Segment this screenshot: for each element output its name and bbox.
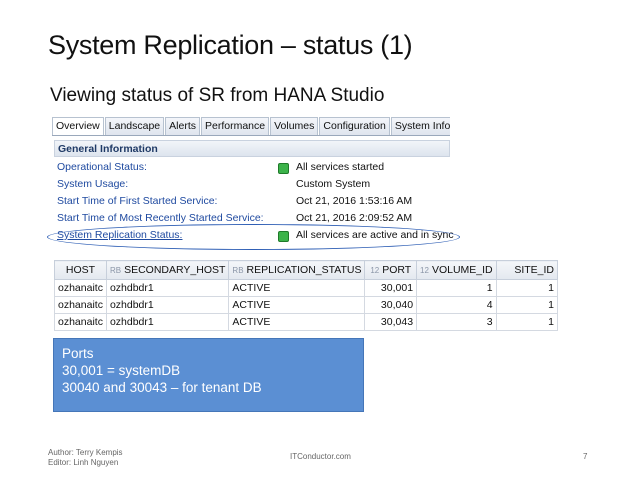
cell-secondary-host: ozhdbdr1	[105, 313, 230, 331]
cell-site-id: 1	[495, 296, 559, 314]
slide-title: System Replication – status (1)	[48, 30, 413, 60]
cell-volume-id: 4	[416, 296, 497, 314]
callout-heading: Ports	[62, 346, 94, 361]
cell-site-id: 1	[495, 313, 559, 331]
footer-site: ITConductor.com	[290, 452, 351, 461]
footer-author: Author: Terry Kempis	[48, 448, 123, 457]
green-status-icon	[278, 163, 289, 174]
operational-status-label: Operational Status:	[57, 161, 147, 173]
cell-host: ozhanaitc	[54, 313, 107, 331]
system-usage-value: Custom System	[296, 178, 371, 190]
cell-host: ozhanaitc	[54, 279, 107, 297]
general-information-header[interactable]: General Information	[54, 140, 450, 157]
system-usage-row: System Usage: Custom System	[54, 178, 450, 194]
cell-port: 30,040	[364, 296, 418, 314]
first-start-time-value: Oct 21, 2016 1:53:16 AM	[296, 195, 413, 207]
tab-alerts[interactable]: Alerts	[165, 117, 200, 135]
column-header-host[interactable]: HOST	[54, 260, 107, 280]
operational-status-row: Operational Status: All services started	[54, 161, 450, 177]
cell-host: ozhanaitc	[54, 296, 107, 314]
operational-status-value: All services started	[296, 161, 385, 173]
table-row[interactable]: ozhanaitc ozhdbdr1 ACTIVE 30,040 4 1	[54, 296, 559, 314]
ports-callout: Ports 30,001 = systemDB 30040 and 30043 …	[53, 338, 364, 412]
general-information-title: General Information	[58, 143, 158, 155]
cell-site-id: 1	[495, 279, 559, 297]
system-usage-label: System Usage:	[57, 178, 129, 190]
column-header-site-id[interactable]: SITE_ID	[495, 260, 559, 280]
cell-replication-status: ACTIVE	[228, 296, 366, 314]
tab-system-information[interactable]: System Information	[390, 117, 450, 135]
column-header-secondary-host[interactable]: RB SECONDARY_HOST	[105, 260, 230, 280]
replication-table: HOST RB SECONDARY_HOST RB REPLICATION_STAT…	[54, 260, 559, 331]
tab-overview[interactable]: Overview	[52, 117, 104, 135]
slide-subtitle: Viewing status of SR from HANA Studio	[50, 85, 385, 106]
first-start-time-row: Start Time of First Started Service: Oct…	[54, 195, 450, 211]
cell-secondary-host: ozhdbdr1	[105, 279, 230, 297]
tab-volumes[interactable]: Volumes	[270, 117, 319, 135]
page-number: 7	[583, 452, 588, 461]
cell-replication-status: ACTIVE	[228, 313, 366, 331]
tab-landscape[interactable]: Landscape	[104, 117, 165, 135]
footer-editor: Editor: Linh Nguyen	[48, 458, 119, 467]
column-header-replication-status[interactable]: RB REPLICATION_STATUS	[228, 260, 366, 280]
callout-tenant-db-ports: 30040 and 30043 – for tenant DB	[62, 380, 262, 395]
callout-system-db-port: 30,001 = systemDB	[62, 363, 181, 378]
studio-tab-bar: Overview Landscape Alerts Performance Vo…	[52, 117, 450, 136]
tab-configuration[interactable]: Configuration	[319, 117, 390, 135]
cell-volume-id: 3	[416, 313, 497, 331]
table-row[interactable]: ozhanaitc ozhdbdr1 ACTIVE 30,043 3 1	[54, 313, 559, 331]
table-row[interactable]: ozhanaitc ozhdbdr1 ACTIVE 30,001 1 1	[54, 279, 559, 297]
cell-port: 30,001	[364, 279, 418, 297]
cell-secondary-host: ozhdbdr1	[105, 296, 230, 314]
first-start-time-label: Start Time of First Started Service:	[57, 195, 218, 207]
cell-volume-id: 1	[416, 279, 497, 297]
replication-status-highlight-oval	[47, 224, 460, 250]
tab-performance[interactable]: Performance	[201, 117, 270, 135]
table-header-row: HOST RB SECONDARY_HOST RB REPLICATION_STAT…	[54, 260, 559, 280]
cell-replication-status: ACTIVE	[228, 279, 366, 297]
cell-port: 30,043	[364, 313, 418, 331]
recent-start-time-label: Start Time of Most Recently Started Serv…	[57, 212, 264, 224]
column-header-port[interactable]: 12 PORT	[364, 260, 418, 280]
recent-start-time-value: Oct 21, 2016 2:09:52 AM	[296, 212, 413, 224]
column-header-volume-id[interactable]: 12 VOLUME_ID	[416, 260, 497, 280]
